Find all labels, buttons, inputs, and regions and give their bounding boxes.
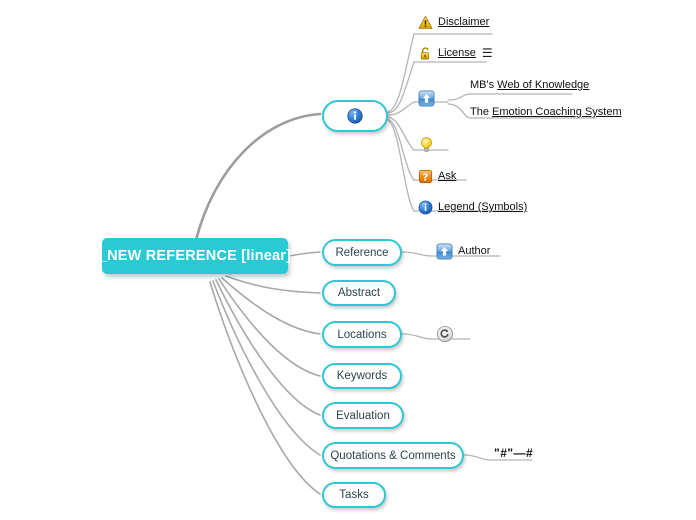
emotion-coaching-link[interactable]: Emotion Coaching System bbox=[492, 106, 622, 118]
quotations-node[interactable]: Quotations & Comments bbox=[322, 442, 464, 469]
web-of-knowledge-prefix: MB's bbox=[470, 79, 498, 91]
quotation-format-label[interactable]: "#"—# bbox=[494, 446, 533, 460]
disclaimer-label: Disclaimer bbox=[438, 16, 490, 28]
evaluation-node[interactable]: Evaluation bbox=[322, 402, 404, 429]
info-hub-node[interactable] bbox=[322, 100, 388, 132]
locations-node[interactable]: Locations bbox=[322, 321, 402, 348]
reference-label: Reference bbox=[335, 246, 389, 259]
license-node[interactable]: License ☰ bbox=[418, 44, 493, 62]
blue-up-arrow-icon bbox=[418, 90, 435, 107]
lightbulb-icon bbox=[418, 136, 435, 154]
blue-up-arrow-icon bbox=[436, 243, 453, 260]
note-lines-icon[interactable]: ☰ bbox=[482, 47, 493, 59]
mindmap-canvas: _NEW REFERENCE [linear] Disclaimer Licen… bbox=[0, 0, 696, 520]
gray-circle-icon bbox=[436, 325, 454, 343]
tasks-node[interactable]: Tasks bbox=[322, 482, 386, 508]
abstract-node[interactable]: Abstract bbox=[322, 280, 396, 306]
ask-node[interactable]: ? Ask bbox=[418, 167, 456, 185]
legend-symbols-node[interactable]: Legend (Symbols) bbox=[418, 198, 527, 216]
root-node[interactable]: _NEW REFERENCE [linear] bbox=[98, 238, 292, 274]
web-of-knowledge-link[interactable]: Web of Knowledge bbox=[497, 79, 589, 91]
evaluation-label: Evaluation bbox=[336, 409, 390, 422]
idea-node[interactable] bbox=[418, 135, 435, 155]
legend-symbols-label: Legend (Symbols) bbox=[438, 201, 528, 213]
emotion-coaching-prefix: The bbox=[470, 106, 493, 118]
web-of-knowledge-label[interactable]: MB's Web of Knowledge bbox=[470, 79, 589, 91]
warning-triangle-icon bbox=[418, 15, 433, 30]
root-node-label: _NEW REFERENCE [linear] bbox=[98, 248, 292, 264]
svg-text:?: ? bbox=[423, 172, 429, 183]
emotion-coaching-label[interactable]: The Emotion Coaching System bbox=[470, 106, 622, 118]
ask-label: Ask bbox=[438, 170, 457, 182]
author-label: Author bbox=[458, 245, 491, 257]
reference-node[interactable]: Reference bbox=[322, 239, 402, 266]
license-label: License bbox=[438, 47, 476, 59]
web-of-knowledge-group[interactable] bbox=[418, 88, 435, 108]
tasks-label: Tasks bbox=[339, 489, 369, 501]
author-node[interactable]: Author bbox=[436, 241, 490, 261]
abstract-label: Abstract bbox=[337, 287, 381, 299]
keywords-node[interactable]: Keywords bbox=[322, 363, 402, 389]
quotations-label: Quotations & Comments bbox=[330, 449, 456, 462]
disclaimer-node[interactable]: Disclaimer bbox=[418, 13, 489, 31]
locations-marker-node[interactable] bbox=[436, 324, 454, 344]
locations-label: Locations bbox=[337, 328, 387, 341]
info-icon bbox=[418, 200, 433, 215]
keywords-label: Keywords bbox=[336, 370, 388, 382]
question-mark-icon: ? bbox=[418, 169, 433, 184]
lock-icon bbox=[418, 46, 433, 61]
info-icon bbox=[347, 108, 363, 124]
